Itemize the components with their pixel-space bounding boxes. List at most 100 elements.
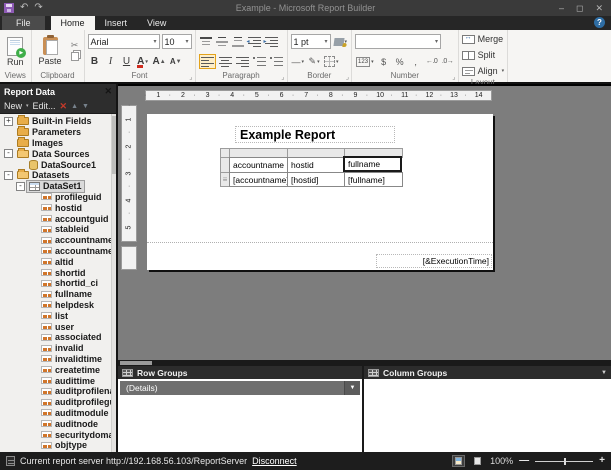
tree-item[interactable]: createtime <box>0 364 116 375</box>
tree-item[interactable]: invalid <box>0 343 116 354</box>
close-button[interactable]: ✕ <box>595 2 603 14</box>
expand-toggle-icon[interactable]: - <box>4 170 13 180</box>
maximize-button[interactable]: ◻ <box>576 2 583 14</box>
report-title-textbox[interactable]: Example Report <box>235 126 395 143</box>
column-groups-menu-icon[interactable]: ▼ <box>601 370 607 376</box>
tree-item[interactable]: shortid_ci <box>0 278 116 289</box>
tree-item[interactable]: shortid <box>0 267 116 278</box>
tree-item[interactable]: accountname_ci <box>0 246 116 257</box>
tree-item[interactable]: + Built-in Fields <box>0 115 116 127</box>
tree-item[interactable]: - DataSet1 <box>0 180 116 192</box>
panel-close-icon[interactable]: ✕ <box>104 86 112 97</box>
tree-item[interactable]: objtype <box>0 440 116 451</box>
currency-button[interactable]: $ <box>377 54 391 69</box>
grow-font-button[interactable]: A ▲ <box>152 54 167 69</box>
tree-item[interactable]: - Data Sources <box>0 147 116 159</box>
tree-item[interactable]: securitydomain <box>0 429 116 440</box>
align-middle-button[interactable] <box>215 34 229 49</box>
decrease-decimal-button[interactable]: .0→ <box>441 54 455 69</box>
tree-item[interactable]: audittime <box>0 375 116 386</box>
fill-color-button[interactable]: ▾ <box>332 34 349 49</box>
number-format-button[interactable]: 123 ▾ <box>355 54 375 69</box>
align-top-button[interactable] <box>199 34 213 49</box>
tree-item[interactable]: fullname <box>0 289 116 300</box>
execution-time-textbox[interactable]: [&ExecutionTime] <box>376 254 492 268</box>
percent-button[interactable]: % <box>393 54 407 69</box>
shrink-font-button[interactable]: A ▼ <box>169 54 183 69</box>
tree-item[interactable]: list <box>0 310 116 321</box>
tree-item[interactable]: - Datasets <box>0 169 116 181</box>
split-button[interactable]: Split <box>461 48 505 62</box>
tab-file[interactable]: File <box>2 16 45 30</box>
paste-button[interactable]: Paste <box>35 35 66 67</box>
number-dialog-launcher-icon[interactable]: ⌟ <box>452 74 455 81</box>
tree-item[interactable]: auditprofileguid <box>0 397 116 408</box>
details-group-item[interactable]: (Details) ▼ <box>120 381 360 395</box>
italic-button[interactable]: I <box>104 54 118 69</box>
border-color-button[interactable]: ✎ ▾ <box>307 54 321 69</box>
tab-insert[interactable]: Insert <box>95 16 138 30</box>
border-width-select[interactable]: 1 pt ▾ <box>290 34 331 49</box>
tree-item[interactable]: Images <box>0 136 116 149</box>
align-left-button[interactable] <box>198 54 216 69</box>
font-family-select[interactable]: Arial ▾ <box>87 34 160 49</box>
comma-button[interactable]: , <box>409 54 423 69</box>
tree-item[interactable]: altid <box>0 256 116 267</box>
numbered-list-button[interactable] <box>269 54 284 69</box>
tree-item[interactable]: invalidtime <box>0 354 116 365</box>
tree-item[interactable]: helpdesk <box>0 300 116 311</box>
run-view-button[interactable] <box>471 455 484 467</box>
expand-toggle-icon[interactable]: - <box>4 149 13 159</box>
font-dialog-launcher-icon[interactable]: ⌟ <box>189 74 192 81</box>
run-button[interactable]: Run <box>3 36 28 68</box>
bold-button[interactable]: B <box>88 54 102 69</box>
merge-button[interactable]: Merge <box>461 32 505 46</box>
decrease-indent-button[interactable] <box>247 34 262 49</box>
tree-item[interactable]: stableid <box>0 224 116 235</box>
copy-button[interactable] <box>69 52 81 63</box>
tab-home[interactable]: Home <box>50 16 95 30</box>
expand-toggle-icon[interactable]: + <box>4 116 13 126</box>
tree-item[interactable]: accountguid <box>0 213 116 224</box>
header-cell-selected[interactable]: fullname <box>343 156 402 172</box>
header-cell[interactable]: accountname <box>229 157 288 173</box>
design-view-button[interactable] <box>452 455 466 467</box>
move-down-icon[interactable]: ▼ <box>82 103 89 110</box>
minimize-button[interactable]: – <box>559 2 564 14</box>
tablix[interactable]: accountname hostid fullname ≡ [accountna… <box>220 148 403 187</box>
border-dialog-launcher-icon[interactable]: ⌟ <box>346 74 349 81</box>
tree-item[interactable]: associated <box>0 332 116 343</box>
zoom-in-button[interactable]: + <box>599 456 605 466</box>
number-format-select[interactable]: ▾ <box>355 34 442 49</box>
align-right-button[interactable] <box>235 54 250 69</box>
font-color-button[interactable]: A ▾ <box>136 54 150 69</box>
tree-item[interactable]: accountname <box>0 235 116 246</box>
move-up-icon[interactable]: ▲ <box>71 103 78 110</box>
tree-item[interactable]: user <box>0 321 116 332</box>
tree-item[interactable]: auditmodule <box>0 408 116 419</box>
tree-item[interactable]: auditprofilename <box>0 386 116 397</box>
bullet-list-button[interactable] <box>252 54 267 69</box>
align-bottom-button[interactable] <box>231 34 245 49</box>
report-page[interactable]: Example Report accountname hostid fullna… <box>147 114 493 270</box>
help-icon[interactable]: ? <box>594 17 605 28</box>
data-cell[interactable]: [hostid] <box>287 172 345 187</box>
font-size-select[interactable]: 10 ▾ <box>161 34 192 49</box>
data-cell[interactable]: [fullname] <box>344 172 403 187</box>
border-style-button[interactable]: — ▾ <box>291 54 306 69</box>
disconnect-link[interactable]: Disconnect <box>252 456 297 466</box>
delete-icon[interactable]: ✕ <box>60 101 68 112</box>
align-button[interactable]: Align ▾ <box>461 64 504 78</box>
zoom-slider[interactable] <box>535 456 594 466</box>
zoom-slider-thumb[interactable] <box>564 458 567 465</box>
tree-item[interactable]: Parameters <box>0 126 116 138</box>
details-group-menu-icon[interactable]: ▼ <box>344 381 360 395</box>
paragraph-dialog-launcher-icon[interactable]: ⌟ <box>281 74 284 81</box>
chevron-down-icon[interactable]: ▾ <box>26 103 29 109</box>
tree-item[interactable]: hostid <box>0 202 116 213</box>
increase-indent-button[interactable] <box>264 34 279 49</box>
zoom-out-button[interactable]: — <box>519 456 529 466</box>
data-cell[interactable]: [accountname] <box>229 172 288 187</box>
tree-item[interactable]: profileguid <box>0 192 116 203</box>
new-button[interactable]: New <box>4 101 22 111</box>
